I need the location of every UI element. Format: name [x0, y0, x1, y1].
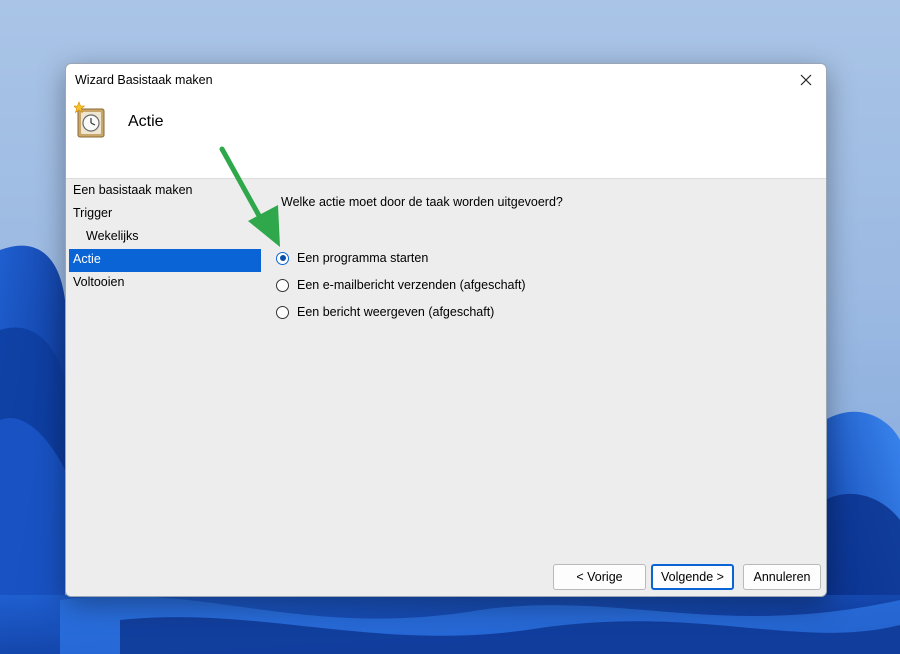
- wizard-body: Een basistaak maken Trigger Wekelijks Ac…: [66, 178, 826, 596]
- task-scheduler-clock-icon: [74, 101, 105, 138]
- step-navigation: Een basistaak maken Trigger Wekelijks Ac…: [69, 180, 261, 295]
- nav-item-action[interactable]: Actie: [69, 249, 261, 272]
- option-label: Een bericht weergeven (afgeschaft): [297, 305, 495, 319]
- radio-display-message[interactable]: [276, 305, 289, 319]
- window-title: Wizard Basistaak maken: [75, 73, 213, 87]
- action-question: Welke actie moet door de taak worden uit…: [281, 195, 563, 209]
- nav-item-create-basic-task[interactable]: Een basistaak maken: [69, 180, 261, 203]
- option-send-email[interactable]: Een e-mailbericht verzenden (afgeschaft): [276, 278, 526, 292]
- wizard-dialog: Wizard Basistaak maken Actie Een basista…: [65, 63, 827, 597]
- title-bar: Wizard Basistaak maken: [66, 64, 826, 96]
- option-display-message[interactable]: Een bericht weergeven (afgeschaft): [276, 305, 494, 319]
- nav-item-weekly[interactable]: Wekelijks: [69, 226, 261, 249]
- option-label: Een e-mailbericht verzenden (afgeschaft): [297, 278, 526, 292]
- nav-item-trigger[interactable]: Trigger: [69, 203, 261, 226]
- option-label: Een programma starten: [297, 251, 429, 265]
- wizard-header: Actie: [66, 96, 826, 178]
- radio-start-program[interactable]: [276, 251, 289, 265]
- close-icon: [800, 74, 812, 86]
- cancel-button[interactable]: Annuleren: [743, 564, 821, 590]
- nav-item-finish[interactable]: Voltooien: [69, 272, 261, 295]
- option-start-program[interactable]: Een programma starten: [276, 251, 428, 265]
- back-button[interactable]: < Vorige: [553, 564, 646, 590]
- close-button[interactable]: [786, 64, 826, 96]
- page-title: Actie: [128, 113, 164, 130]
- radio-send-email[interactable]: [276, 278, 289, 292]
- next-button[interactable]: Volgende >: [651, 564, 734, 590]
